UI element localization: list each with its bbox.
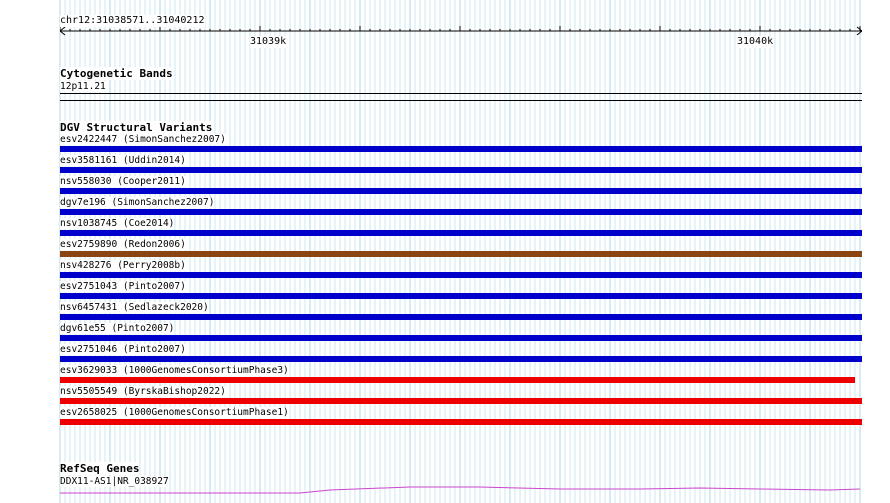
dgv-variant-bar[interactable] xyxy=(60,419,862,425)
dgv-variant-label[interactable]: esv2751046 (Pinto2007) xyxy=(60,344,186,355)
dgv-variant-bar[interactable] xyxy=(60,377,855,383)
dgv-variant-bar[interactable] xyxy=(60,293,862,299)
dgv-variant-label[interactable]: esv2422447 (SimonSanchez2007) xyxy=(60,134,226,145)
cytoband-label: 12p11.21 xyxy=(60,81,106,92)
refseq-track-title[interactable]: RefSeq Genes xyxy=(60,462,140,475)
refseq-gene-label[interactable]: DDX11-AS1|NR_038927 xyxy=(60,476,169,487)
dgv-track-title[interactable]: DGV Structural Variants xyxy=(60,121,213,134)
refseq-gene-intron-line xyxy=(60,486,861,494)
dgv-variant-label[interactable]: esv2751043 (Pinto2007) xyxy=(60,281,186,292)
dgv-variant-bar[interactable] xyxy=(60,314,862,320)
dgv-variant-label[interactable]: nsv5505549 (ByrskaBishop2022) xyxy=(60,386,226,397)
dgv-variant-label[interactable]: dgv61e55 (Pinto2007) xyxy=(60,323,175,334)
dgv-variant-bar[interactable] xyxy=(60,251,862,257)
region-label: chr12:31038571..31040212 xyxy=(60,15,205,27)
ruler-tick-label-1: 31039k xyxy=(250,36,287,48)
dgv-variant-bar[interactable] xyxy=(60,272,862,278)
dgv-variant-label[interactable]: dgv7e196 (SimonSanchez2007) xyxy=(60,197,215,208)
dgv-variant-label[interactable]: esv3629033 (1000GenomesConsortiumPhase3) xyxy=(60,365,289,376)
dgv-variant-bar[interactable] xyxy=(60,230,862,236)
ruler-tick-label-2: 31040k xyxy=(737,36,774,48)
dgv-variant-label[interactable]: esv2658025 (1000GenomesConsortiumPhase1) xyxy=(60,407,289,418)
dgv-variant-label[interactable]: nsv1038745 (Coe2014) xyxy=(60,218,175,229)
cytoband-line-top xyxy=(60,93,862,94)
cytoband-track-title[interactable]: Cytogenetic Bands xyxy=(60,67,173,80)
dgv-variant-label[interactable]: nsv6457431 (Sedlazeck2020) xyxy=(60,302,209,313)
dgv-variant-label[interactable]: esv2759890 (Redon2006) xyxy=(60,239,186,250)
cytoband-line-bottom xyxy=(60,100,862,101)
dgv-variant-bar[interactable] xyxy=(60,188,862,194)
dgv-variant-bar[interactable] xyxy=(60,167,862,173)
dgv-variant-label[interactable]: esv3581161 (Uddin2014) xyxy=(60,155,186,166)
dgv-variant-bar[interactable] xyxy=(60,398,862,404)
dgv-variant-bar[interactable] xyxy=(60,209,862,215)
dgv-variant-bar[interactable] xyxy=(60,356,862,362)
dgv-variant-bar[interactable] xyxy=(60,146,862,152)
dgv-variant-bar[interactable] xyxy=(60,335,862,341)
dgv-variant-label[interactable]: nsv558030 (Cooper2011) xyxy=(60,176,186,187)
dgv-variant-label[interactable]: nsv428276 (Perry2008b) xyxy=(60,260,186,271)
